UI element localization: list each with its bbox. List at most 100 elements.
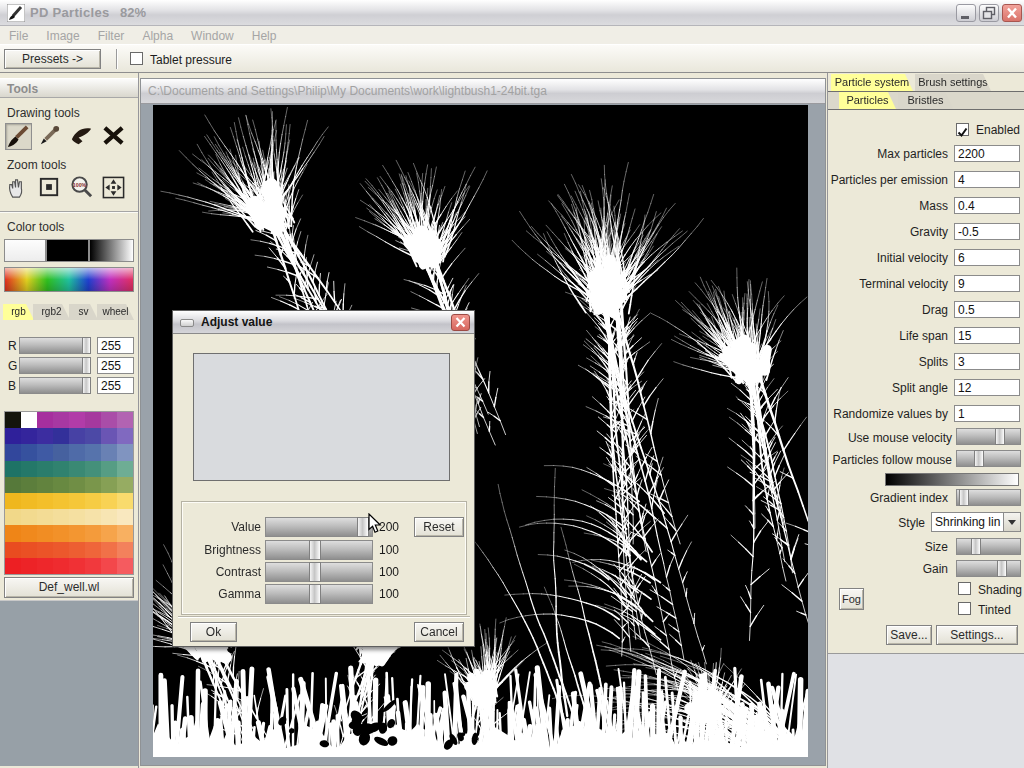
- palette-swatch[interactable]: [117, 461, 133, 477]
- fog-button[interactable]: Fog: [839, 588, 864, 610]
- splits-input[interactable]: 3: [954, 353, 1020, 370]
- dropdown-arrow-icon[interactable]: [1003, 513, 1020, 531]
- contrast-slider[interactable]: [265, 562, 373, 582]
- menu-file[interactable]: File: [0, 27, 37, 43]
- palette-swatch[interactable]: [117, 509, 133, 525]
- color-spectrum[interactable]: [4, 267, 134, 292]
- palette-swatch[interactable]: [69, 477, 85, 493]
- palette-swatch[interactable]: [85, 444, 101, 460]
- palette-swatch[interactable]: [53, 525, 69, 541]
- palette-swatch[interactable]: [85, 542, 101, 558]
- brush-tool-button[interactable]: [5, 123, 32, 150]
- palette-swatch[interactable]: [37, 525, 53, 541]
- randomize-values-by-input[interactable]: 1: [954, 405, 1020, 422]
- particles-per-emission-input[interactable]: 4: [954, 171, 1020, 188]
- palette-swatch[interactable]: [53, 428, 69, 444]
- tab-particle-system[interactable]: Particle system: [831, 74, 913, 91]
- palette-swatch[interactable]: [101, 558, 117, 574]
- pen-tool-button[interactable]: [37, 123, 64, 150]
- palette-swatch[interactable]: [101, 412, 117, 428]
- gravity-input[interactable]: -0.5: [954, 223, 1020, 240]
- palette-swatch[interactable]: [101, 477, 117, 493]
- palette-swatch[interactable]: [5, 542, 21, 558]
- palette-swatch[interactable]: [117, 444, 133, 460]
- foreground-color-swatch[interactable]: [4, 239, 46, 262]
- palette-swatch[interactable]: [5, 525, 21, 541]
- palette-swatch[interactable]: [101, 542, 117, 558]
- palette-swatch[interactable]: [5, 412, 21, 428]
- palette-swatch[interactable]: [101, 461, 117, 477]
- palette-swatch[interactable]: [85, 509, 101, 525]
- palette-swatch[interactable]: [21, 412, 37, 428]
- palette-swatch[interactable]: [21, 461, 37, 477]
- palette-swatch[interactable]: [53, 412, 69, 428]
- color-well-button[interactable]: Def_well.wl: [4, 577, 134, 598]
- palette-swatch[interactable]: [117, 542, 133, 558]
- gain-slider[interactable]: [956, 560, 1021, 577]
- palette-swatch[interactable]: [53, 477, 69, 493]
- gamma-slider[interactable]: [265, 584, 373, 604]
- color-palette[interactable]: [4, 411, 134, 575]
- palette-swatch[interactable]: [21, 558, 37, 574]
- palette-swatch[interactable]: [85, 525, 101, 541]
- menu-help[interactable]: Help: [243, 27, 286, 43]
- terminal-velocity-input[interactable]: 9: [954, 275, 1020, 292]
- palette-swatch[interactable]: [21, 509, 37, 525]
- initial-velocity-input[interactable]: 6: [954, 249, 1020, 266]
- tablet-pressure-checkbox[interactable]: [130, 52, 143, 65]
- particles-follow-mouse-slider[interactable]: [956, 450, 1021, 467]
- zoom-actual-button[interactable]: [37, 175, 64, 202]
- pan-tool-button[interactable]: [5, 175, 32, 202]
- channel-slider-r[interactable]: [19, 337, 91, 354]
- palette-swatch[interactable]: [117, 477, 133, 493]
- palette-swatch[interactable]: [69, 525, 85, 541]
- palette-swatch[interactable]: [21, 542, 37, 558]
- style-dropdown[interactable]: Shrinking lin: [931, 512, 1021, 532]
- palette-swatch[interactable]: [69, 444, 85, 460]
- size-slider[interactable]: [956, 538, 1021, 555]
- gradient-index-slider[interactable]: [956, 489, 1021, 506]
- palette-swatch[interactable]: [117, 493, 133, 509]
- channel-slider-b[interactable]: [19, 377, 91, 394]
- zoom-tool-button[interactable]: 100%: [69, 175, 96, 202]
- palette-swatch[interactable]: [37, 542, 53, 558]
- palette-swatch[interactable]: [21, 428, 37, 444]
- palette-swatch[interactable]: [5, 509, 21, 525]
- palette-swatch[interactable]: [101, 509, 117, 525]
- menu-window[interactable]: Window: [182, 27, 243, 43]
- palette-swatch[interactable]: [5, 493, 21, 509]
- palette-swatch[interactable]: [101, 428, 117, 444]
- palette-swatch[interactable]: [117, 558, 133, 574]
- move-view-button[interactable]: [101, 175, 128, 202]
- pressets-button[interactable]: Pressets ->: [4, 49, 101, 69]
- palette-swatch[interactable]: [117, 428, 133, 444]
- palette-swatch[interactable]: [85, 412, 101, 428]
- dialog-titlebar[interactable]: Adjust value: [173, 311, 474, 334]
- menu-filter[interactable]: Filter: [89, 27, 134, 43]
- palette-swatch[interactable]: [85, 493, 101, 509]
- cancel-button[interactable]: Cancel: [414, 622, 464, 642]
- palette-swatch[interactable]: [69, 461, 85, 477]
- split-angle-input[interactable]: 12: [954, 379, 1020, 396]
- palette-swatch[interactable]: [53, 509, 69, 525]
- gradient-preview-bar[interactable]: [885, 473, 1019, 486]
- palette-swatch[interactable]: [53, 493, 69, 509]
- subtab-bristles[interactable]: Bristles: [898, 92, 953, 109]
- palette-swatch[interactable]: [101, 444, 117, 460]
- palette-swatch[interactable]: [21, 525, 37, 541]
- eraser-tool-button[interactable]: [69, 123, 96, 150]
- dialog-close-button[interactable]: [451, 314, 470, 331]
- palette-swatch[interactable]: [37, 428, 53, 444]
- save-button[interactable]: Save...: [886, 625, 932, 645]
- palette-swatch[interactable]: [85, 477, 101, 493]
- palette-swatch[interactable]: [53, 444, 69, 460]
- ok-button[interactable]: Ok: [190, 622, 237, 642]
- app-titlebar[interactable]: PD Particles 82%: [0, 0, 1024, 26]
- palette-swatch[interactable]: [37, 444, 53, 460]
- menu-image[interactable]: Image: [37, 27, 88, 43]
- drag-input[interactable]: 0.5: [954, 301, 1020, 318]
- delete-tool-button[interactable]: [101, 123, 128, 150]
- use-mouse-velocity-slider[interactable]: [956, 428, 1021, 445]
- minimize-button[interactable]: [956, 4, 976, 22]
- channel-value-b[interactable]: 255: [97, 377, 134, 394]
